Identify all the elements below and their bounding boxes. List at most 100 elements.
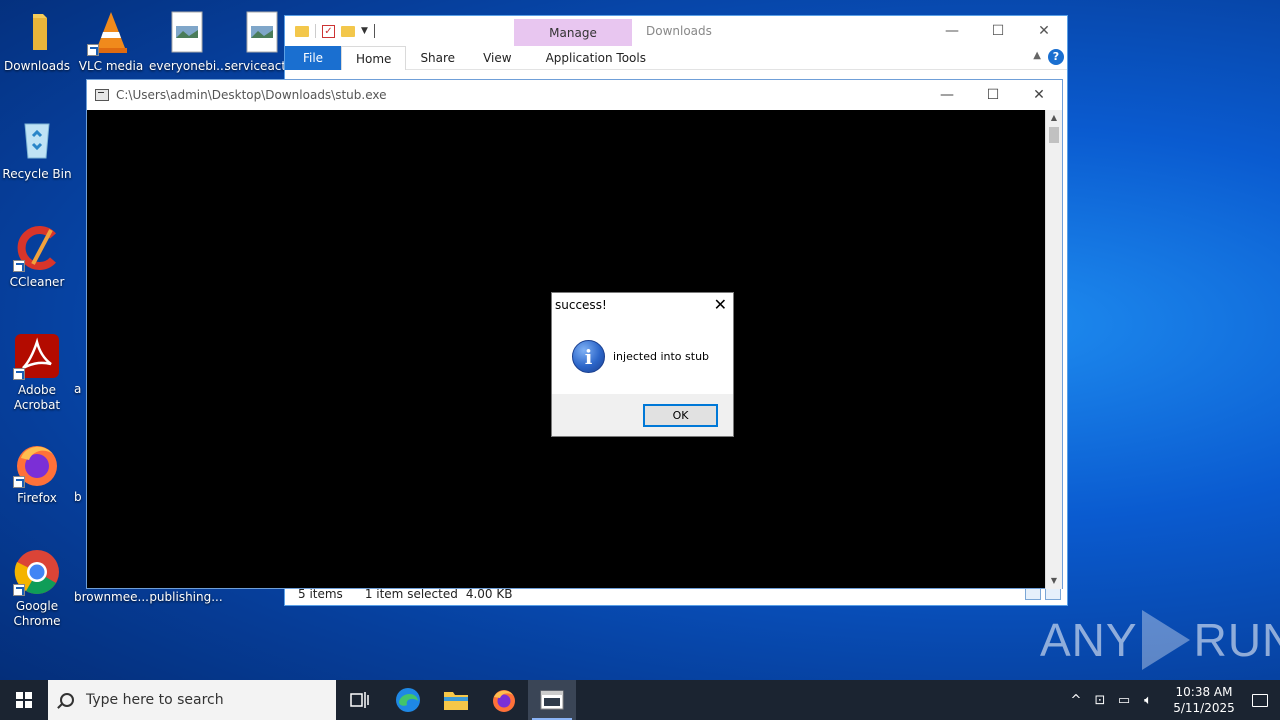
desktop-icon-everyonebi[interactable]: everyonebi... xyxy=(149,8,228,74)
desktop-icon-brownmee[interactable]: brownmee... xyxy=(74,590,149,605)
shortcut-arrow-icon xyxy=(13,368,25,380)
tab-file[interactable]: File xyxy=(285,45,341,70)
network-adapter-icon[interactable]: ⊡ xyxy=(1088,693,1112,708)
desktop-icon-label: b xyxy=(74,490,82,504)
edge-icon xyxy=(396,688,420,712)
collapse-ribbon-icon[interactable]: ▲ xyxy=(1033,50,1041,61)
ok-button[interactable]: OK xyxy=(643,404,718,427)
message-box-dialog[interactable]: success! ✕ i injected into stub OK xyxy=(551,292,734,437)
task-view-icon xyxy=(350,692,369,708)
maximize-button[interactable]: ☐ xyxy=(975,16,1021,46)
clock-time: 10:38 AM xyxy=(1175,685,1233,699)
window-controls: — ☐ ✕ xyxy=(929,16,1067,46)
close-button[interactable]: ✕ xyxy=(1016,80,1062,110)
firefox-icon xyxy=(13,440,61,488)
tab-application-tools[interactable]: Application Tools xyxy=(532,46,660,70)
play-icon xyxy=(1141,610,1190,670)
desktop-icon-label: Downloads xyxy=(4,59,70,73)
taskbar-file-explorer[interactable] xyxy=(432,680,480,720)
help-icon[interactable]: ? xyxy=(1048,49,1064,65)
acrobat-icon xyxy=(13,332,61,380)
console-app-icon xyxy=(95,89,109,101)
dialog-body: i injected into stub xyxy=(552,317,733,395)
explorer-title: Downloads xyxy=(646,24,712,38)
tab-view[interactable]: View xyxy=(469,46,525,70)
window-controls: — ☐ ✕ xyxy=(924,80,1062,110)
shortcut-arrow-icon xyxy=(13,476,25,488)
desktop-icon-publishing[interactable]: publishing... xyxy=(149,590,223,605)
console-title: C:\Users\admin\Desktop\Downloads\stub.ex… xyxy=(116,88,387,102)
taskbar-firefox[interactable] xyxy=(480,680,528,720)
selection-info: 1 item selected xyxy=(364,587,458,601)
notification-icon xyxy=(1252,693,1268,707)
chevron-up-icon[interactable]: ^ xyxy=(1064,693,1088,708)
taskbar: Type here to search ^ ⊡ ▭ 🔈︎ 10:38 AM 5/… xyxy=(0,680,1280,720)
desktop-icon-firefox[interactable]: Firefox xyxy=(0,440,74,506)
close-icon[interactable]: ✕ xyxy=(714,295,727,314)
desktop-icon-partial-a[interactable]: a xyxy=(74,382,86,397)
minimize-button[interactable]: — xyxy=(924,80,970,110)
desktop-icon-ccleaner[interactable]: CCleaner xyxy=(0,224,74,290)
vertical-scrollbar[interactable]: ▲ ▼ xyxy=(1045,110,1062,589)
network-icon[interactable]: ▭ xyxy=(1112,693,1136,708)
start-button[interactable] xyxy=(0,680,48,720)
folder-icon xyxy=(13,8,61,56)
clock[interactable]: 10:38 AM 5/11/2025 xyxy=(1168,684,1240,716)
chevron-down-icon[interactable]: ▼ xyxy=(361,26,368,36)
image-file-icon xyxy=(162,8,210,56)
vlc-icon xyxy=(87,8,135,56)
selection-size: 4.00 KB xyxy=(465,587,513,601)
desktop-icon-partial-b[interactable]: b xyxy=(74,490,86,505)
tab-home[interactable]: Home xyxy=(341,45,407,70)
anyrun-watermark: ANY RUN xyxy=(1040,610,1280,670)
taskbar-edge[interactable] xyxy=(384,680,432,720)
scroll-up-icon[interactable]: ▲ xyxy=(1046,110,1062,126)
info-icon: i xyxy=(572,339,605,373)
dialog-titlebar: success! ✕ xyxy=(552,293,733,317)
chrome-icon xyxy=(13,548,61,596)
volume-icon[interactable]: 🔈︎ xyxy=(1136,693,1160,708)
console-icon xyxy=(540,690,564,710)
shortcut-arrow-icon xyxy=(13,260,25,272)
desktop-icon-label: brownmee... xyxy=(74,590,149,604)
task-view-button[interactable] xyxy=(336,680,384,720)
desktop-icon-label: CCleaner xyxy=(9,275,65,289)
console-titlebar[interactable]: C:\Users\admin\Desktop\Downloads\stub.ex… xyxy=(87,80,1062,110)
explorer-titlebar[interactable]: ✓ ▼ Manage Downloads — ☐ ✕ xyxy=(285,16,1067,46)
minimize-button[interactable]: — xyxy=(929,16,975,46)
scroll-thumb[interactable] xyxy=(1049,127,1059,143)
desktop-icon-vlc[interactable]: VLC media xyxy=(74,8,148,74)
desktop-icon-label: publishing... xyxy=(149,590,223,604)
maximize-button[interactable]: ☐ xyxy=(970,80,1016,110)
shortcut-arrow-icon xyxy=(13,584,25,596)
desktop-icon-downloads[interactable]: Downloads xyxy=(0,8,74,74)
desktop-icon-label: everyonebi... xyxy=(149,59,228,73)
search-placeholder: Type here to search xyxy=(86,692,224,708)
taskbar-console[interactable] xyxy=(528,680,576,720)
new-folder-icon[interactable] xyxy=(341,25,355,37)
notification-button[interactable] xyxy=(1240,680,1280,720)
separator xyxy=(373,24,375,38)
image-file-icon xyxy=(237,8,285,56)
close-button[interactable]: ✕ xyxy=(1021,16,1067,46)
clock-date: 5/11/2025 xyxy=(1173,701,1235,715)
desktop-icon-label: VLC media xyxy=(78,59,144,73)
system-tray: ^ ⊡ ▭ 🔈︎ 10:38 AM 5/11/2025 xyxy=(1064,680,1280,720)
scroll-down-icon[interactable]: ▼ xyxy=(1046,573,1062,589)
desktop-icon-recycle-bin[interactable]: Recycle Bin xyxy=(0,116,74,182)
folder-icon[interactable] xyxy=(295,25,309,37)
watermark-left: ANY xyxy=(1040,614,1138,666)
taskbar-search-box[interactable]: Type here to search xyxy=(48,680,336,720)
desktop-icon-label: Recycle Bin xyxy=(2,167,72,181)
shortcut-arrow-icon xyxy=(87,44,99,56)
properties-icon[interactable]: ✓ xyxy=(322,24,335,38)
tab-share[interactable]: Share xyxy=(406,46,469,70)
desktop-icon-adobe-acrobat[interactable]: Adobe Acrobat xyxy=(0,332,74,413)
ribbon-tabs: File Home Share View Application Tools ▲… xyxy=(285,45,1067,70)
dialog-message: injected into stub xyxy=(613,349,710,363)
manage-context-tab[interactable]: Manage xyxy=(514,19,632,46)
dialog-title: success! xyxy=(555,298,607,312)
desktop-icon-label: Google Chrome xyxy=(13,599,61,628)
desktop-icon-google-chrome[interactable]: Google Chrome xyxy=(0,548,74,629)
windows-logo-icon xyxy=(16,692,32,708)
